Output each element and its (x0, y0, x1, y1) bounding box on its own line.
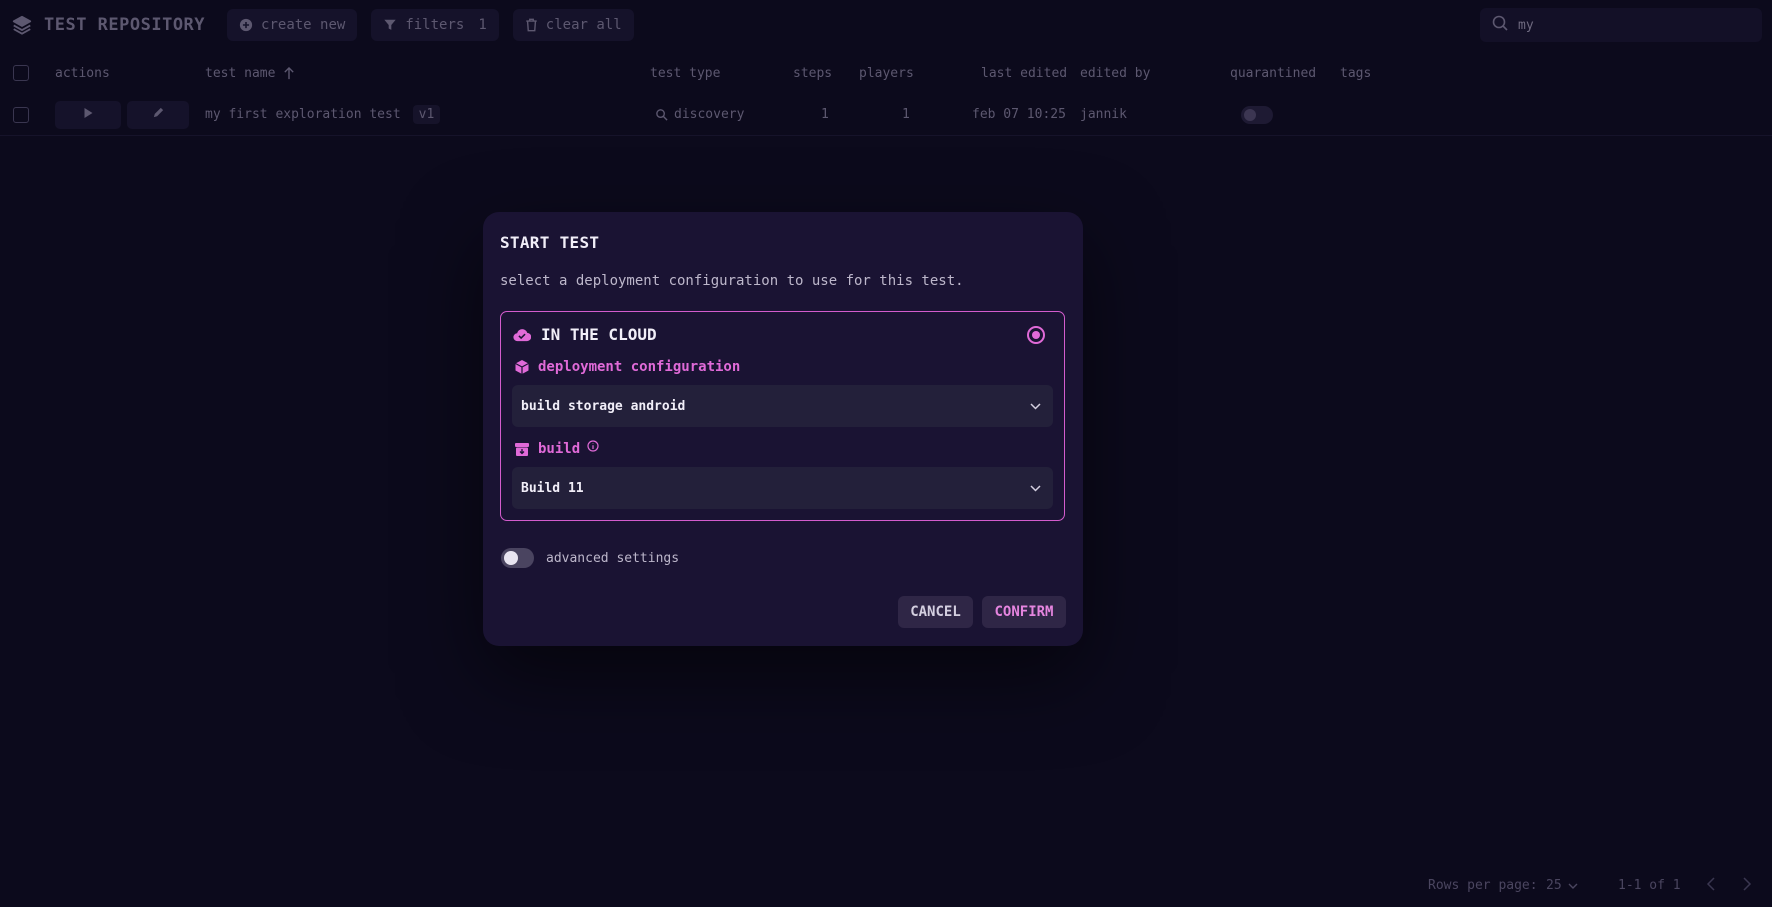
chevron-down-icon (1030, 481, 1041, 496)
create-new-label: create new (261, 17, 346, 33)
discovery-icon (655, 108, 668, 121)
clear-all-label: clear all (545, 17, 622, 33)
column-players: players (859, 65, 914, 81)
edit-test-button[interactable] (127, 100, 189, 129)
select-all-checkbox[interactable] (13, 65, 29, 81)
rows-per-page-label: Rows per page: (1428, 878, 1538, 893)
column-steps: steps (793, 65, 833, 81)
search-box[interactable] (1480, 8, 1762, 42)
option-header: IN THE CLOUD (513, 325, 657, 344)
top-bar: TEST REPOSITORY create new filters 1 cle… (0, 0, 1772, 50)
rows-per-page-select[interactable]: 25 (1546, 878, 1578, 893)
in-the-cloud-option[interactable]: IN THE CLOUD deployment configuration bu… (500, 311, 1065, 521)
layers-icon (10, 13, 34, 37)
dialog-title: START TEST (500, 233, 600, 252)
clear-all-button[interactable]: clear all (512, 9, 634, 41)
column-test-name[interactable]: test name (205, 66, 295, 81)
deployment-config-select[interactable]: build storage android (512, 385, 1053, 427)
column-tags: tags (1340, 65, 1372, 81)
build-select[interactable]: Build 11 (512, 467, 1053, 509)
archive-box-icon (514, 441, 530, 457)
pencil-icon (152, 106, 165, 123)
build-label: build (514, 440, 599, 457)
dialog-subtitle: select a deployment configuration to use… (500, 273, 964, 289)
filters-button[interactable]: filters 1 (371, 9, 499, 41)
run-test-button[interactable] (55, 100, 121, 129)
next-page-button[interactable] (1742, 876, 1752, 896)
test-name-cell[interactable]: my first exploration test v1 (205, 105, 441, 124)
search-input[interactable] (1518, 17, 1738, 33)
play-icon (83, 107, 94, 123)
table-header: actions test name test type steps player… (0, 56, 1772, 90)
column-actions: actions (55, 65, 110, 81)
cube-icon (514, 359, 530, 375)
option-title: IN THE CLOUD (541, 325, 657, 344)
deployment-config-label-text: deployment configuration (538, 359, 741, 375)
previous-page-button[interactable] (1706, 876, 1716, 896)
advanced-settings-toggle[interactable] (501, 548, 534, 568)
app-title: TEST REPOSITORY (44, 15, 206, 35)
info-icon[interactable] (587, 440, 599, 452)
deployment-config-label: deployment configuration (514, 359, 740, 375)
start-test-dialog: START TEST select a deployment configura… (483, 212, 1083, 646)
filters-label: filters (405, 17, 465, 33)
test-type: discovery (674, 107, 745, 122)
column-test-name-label: test name (205, 65, 276, 81)
pagination-range: 1-1 of 1 (1618, 878, 1681, 893)
chevron-left-icon (1706, 877, 1715, 891)
column-test-type: test type (650, 65, 721, 81)
cancel-button[interactable]: CANCEL (898, 596, 973, 628)
column-quarantined: quarantined (1230, 65, 1317, 81)
last-edited-value: feb 07 10:25 (972, 107, 1066, 122)
rows-per-page-value: 25 (1546, 878, 1562, 893)
chevron-down-icon (1030, 399, 1041, 414)
build-label-text: build (538, 441, 581, 457)
advanced-settings-row: advanced settings (501, 548, 679, 568)
players-value: 1 (902, 107, 910, 122)
filter-icon (383, 18, 397, 32)
test-type-cell: discovery (655, 107, 744, 122)
create-new-button[interactable]: create new (227, 9, 358, 41)
version-tag: v1 (412, 105, 441, 124)
filters-count: 1 (478, 17, 487, 33)
steps-value: 1 (821, 107, 829, 122)
row-checkbox[interactable] (13, 106, 29, 123)
build-value: Build 11 (521, 480, 584, 496)
chevron-right-icon (1743, 877, 1752, 891)
quarantine-toggle[interactable] (1241, 105, 1273, 124)
trash-icon (525, 18, 538, 32)
deployment-config-value: build storage android (521, 398, 686, 414)
test-name: my first exploration test (205, 107, 401, 122)
column-last-edited: last edited (981, 65, 1068, 81)
edited-by-value: jannik (1080, 107, 1127, 122)
table-row: my first exploration test v1 discovery 1… (0, 94, 1772, 136)
advanced-settings-label: advanced settings (546, 550, 680, 566)
cloud-radio[interactable] (1027, 326, 1045, 344)
cloud-check-icon (513, 328, 531, 342)
confirm-button[interactable]: CONFIRM (982, 596, 1066, 628)
column-edited-by: edited by (1080, 65, 1151, 81)
chevron-down-icon (1568, 883, 1578, 889)
plus-circle-icon (239, 18, 253, 32)
search-icon (1492, 15, 1508, 35)
sort-ascending-icon (283, 66, 295, 80)
pagination-footer: Rows per page: 25 1-1 of 1 (0, 862, 1772, 907)
